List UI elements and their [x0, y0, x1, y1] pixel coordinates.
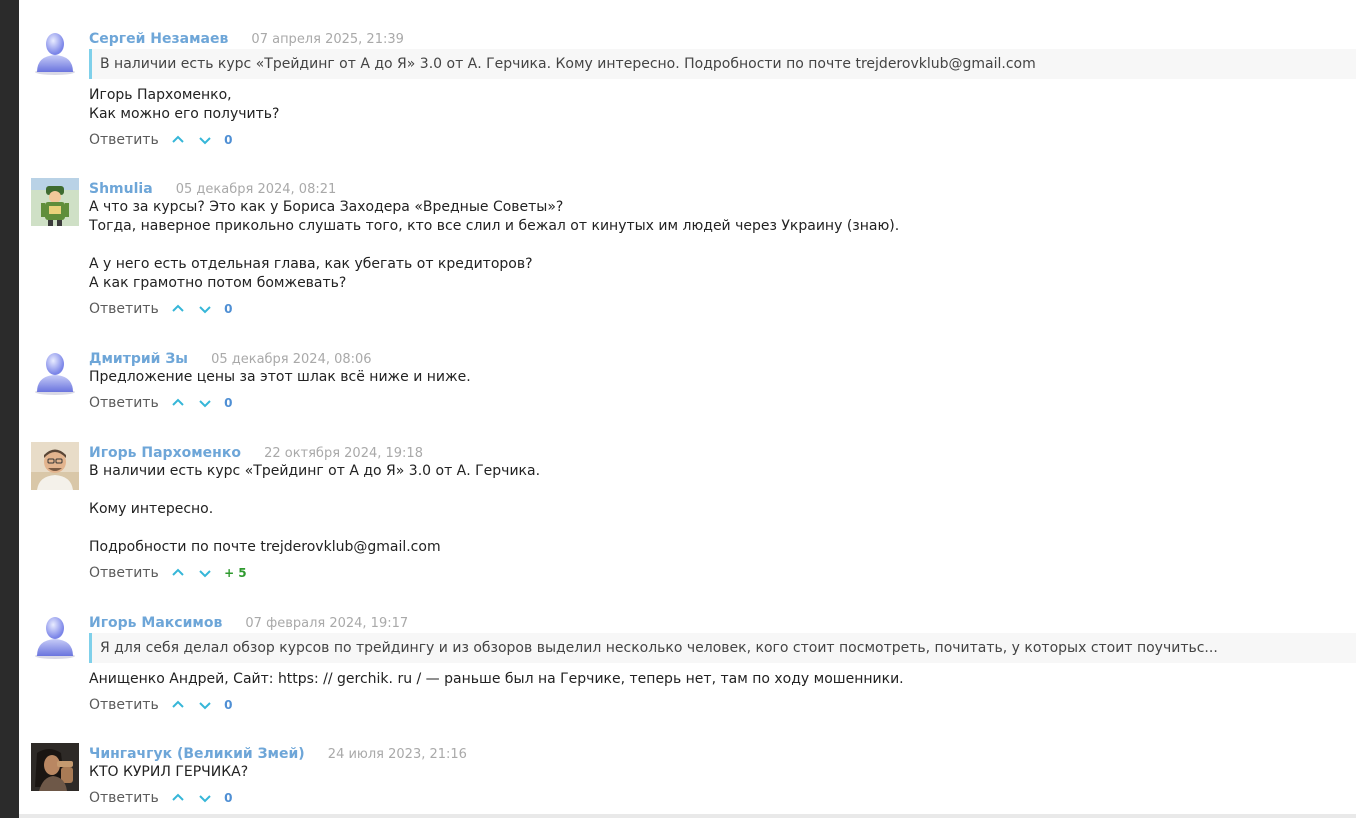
comment-line: В наличии есть курс «Трейдинг от А до Я»… [89, 463, 541, 479]
comment-date: 24 июля 2023, 21:16 [327, 747, 467, 762]
upvote-icon[interactable] [171, 134, 185, 146]
photo-avatar[interactable] [31, 743, 79, 791]
comment-line: Игорь Пархоменко, [89, 87, 232, 103]
comment-author[interactable]: Сергей Незамаев [89, 31, 228, 47]
reply-button[interactable]: Ответить [89, 790, 159, 806]
comment-quote: В наличии есть курс «Трейдинг от А до Я»… [89, 49, 1356, 79]
default-user-icon[interactable] [31, 28, 79, 76]
comment-date: 05 декабря 2024, 08:06 [211, 352, 372, 367]
reply-button[interactable]: Ответить [89, 565, 159, 581]
reply-button[interactable]: Ответить [89, 395, 159, 411]
comment-author[interactable]: Shmulia [89, 181, 153, 197]
downvote-icon[interactable] [198, 699, 212, 711]
upvote-icon[interactable] [171, 303, 185, 315]
comment-date: 22 октября 2024, 19:18 [264, 446, 423, 461]
downvote-icon[interactable] [198, 567, 212, 579]
comment-actions: Ответить 0 [89, 695, 1356, 715]
photo-avatar[interactable] [31, 442, 79, 490]
comment-actions: Ответить 0 [89, 393, 1356, 413]
comment-quote: Я для себя делал обзор курсов по трейдин… [89, 633, 1356, 663]
comment-score: 0 [224, 791, 233, 805]
downvote-icon[interactable] [198, 397, 212, 409]
bottom-divider [19, 814, 1356, 818]
reply-button[interactable]: Ответить [89, 301, 159, 317]
comment-date: 05 декабря 2024, 08:21 [175, 182, 337, 197]
comment-date: 07 февраля 2024, 19:17 [245, 616, 409, 631]
comment-line: Кому интересно. [89, 501, 214, 517]
comment-actions: Ответить 0 [89, 299, 1356, 319]
default-user-icon[interactable] [31, 348, 79, 396]
upvote-icon[interactable] [171, 397, 185, 409]
default-user-icon[interactable] [31, 612, 79, 660]
comment-line: Как можно его получить? [89, 106, 280, 122]
comment-line: Предложение цены за этот шлак всё ниже и… [89, 369, 471, 385]
comment-line: А что за курсы? Это как у Бориса Заходер… [89, 199, 564, 215]
comment-score: 0 [224, 133, 233, 147]
comment-text: Анищенко Андрей, Сайт: https: // gerchik… [89, 670, 1356, 689]
comment-score: 0 [224, 302, 233, 316]
comment-date: 07 апреля 2025, 21:39 [251, 32, 404, 47]
downvote-icon[interactable] [198, 134, 212, 146]
reply-button[interactable]: Ответить [89, 697, 159, 713]
comment-line: А у него есть отдельная глава, как убега… [89, 256, 533, 272]
comment-text: Игорь Пархоменко, Как можно его получить… [89, 86, 1356, 124]
comment-blank-line [89, 236, 1356, 255]
comment-author[interactable]: Игорь Максимов [89, 615, 222, 631]
upvote-icon[interactable] [171, 567, 185, 579]
downvote-icon[interactable] [198, 792, 212, 804]
downvote-icon[interactable] [198, 303, 212, 315]
comment-actions: Ответить 0 [89, 788, 1356, 808]
left-sidebar-strip [0, 0, 19, 818]
comment-line: КТО КУРИЛ ГЕРЧИКА? [89, 764, 249, 780]
comment-text: В наличии есть курс «Трейдинг от А до Я»… [89, 462, 1356, 557]
comment-line: Анищенко Андрей, Сайт: https: // gerchik… [89, 671, 904, 687]
comment-text: Предложение цены за этот шлак всё ниже и… [89, 368, 1356, 387]
comment-score: 0 [224, 396, 233, 410]
comment-blank-line [89, 519, 1356, 538]
upvote-icon[interactable] [171, 792, 185, 804]
upvote-icon[interactable] [171, 699, 185, 711]
reply-button[interactable]: Ответить [89, 132, 159, 148]
comment-text: А что за курсы? Это как у Бориса Заходер… [89, 198, 1356, 293]
comment-actions: Ответить 0 [89, 130, 1356, 150]
cartoon-avatar[interactable] [31, 178, 79, 226]
comment-author[interactable]: Игорь Пархоменко [89, 445, 241, 461]
comment-line: Тогда, наверное прикольно слушать того, … [89, 218, 900, 234]
comment-blank-line [89, 481, 1356, 500]
comment-score: + 5 [224, 566, 247, 580]
comment-line: Подробности по почте trejderovklub@gmail… [89, 539, 441, 555]
comment-text: КТО КУРИЛ ГЕРЧИКА? [89, 763, 1356, 782]
comment-author[interactable]: Дмитрий Зы [89, 351, 188, 367]
comment-actions: Ответить + 5 [89, 563, 1356, 583]
comment-line: А как грамотно потом бомжевать? [89, 275, 347, 291]
comment-author[interactable]: Чингачгук (Великий Змей) [89, 746, 305, 762]
comment-score: 0 [224, 698, 233, 712]
